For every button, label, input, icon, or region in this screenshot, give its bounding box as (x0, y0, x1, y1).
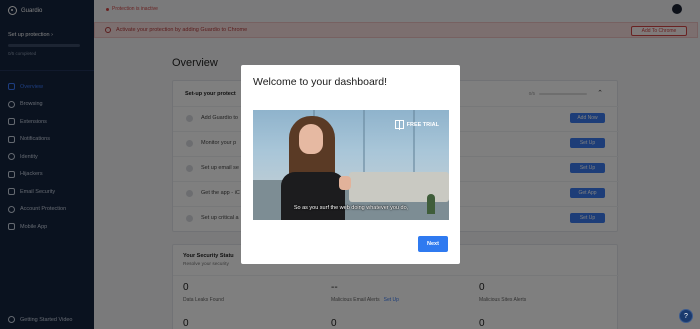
free-trial-badge: FREE TRIAL (394, 120, 439, 130)
window-frame (363, 110, 365, 180)
welcome-modal: Welcome to your dashboard! FREE TRIAL So… (241, 65, 460, 264)
help-icon[interactable]: ? (679, 309, 693, 323)
modal-title: Welcome to your dashboard! (253, 76, 388, 88)
next-button[interactable]: Next (418, 236, 448, 252)
gift-icon (394, 120, 404, 130)
video-caption: So as you surf the web doing whatever yo… (293, 205, 409, 211)
free-trial-text: FREE TRIAL (406, 121, 439, 128)
welcome-video[interactable]: FREE TRIAL So as you surf the web doing … (253, 110, 449, 220)
video-person-face (299, 124, 323, 154)
video-person-body (281, 172, 345, 220)
video-person-hand (339, 176, 351, 190)
video-plant (427, 194, 435, 214)
